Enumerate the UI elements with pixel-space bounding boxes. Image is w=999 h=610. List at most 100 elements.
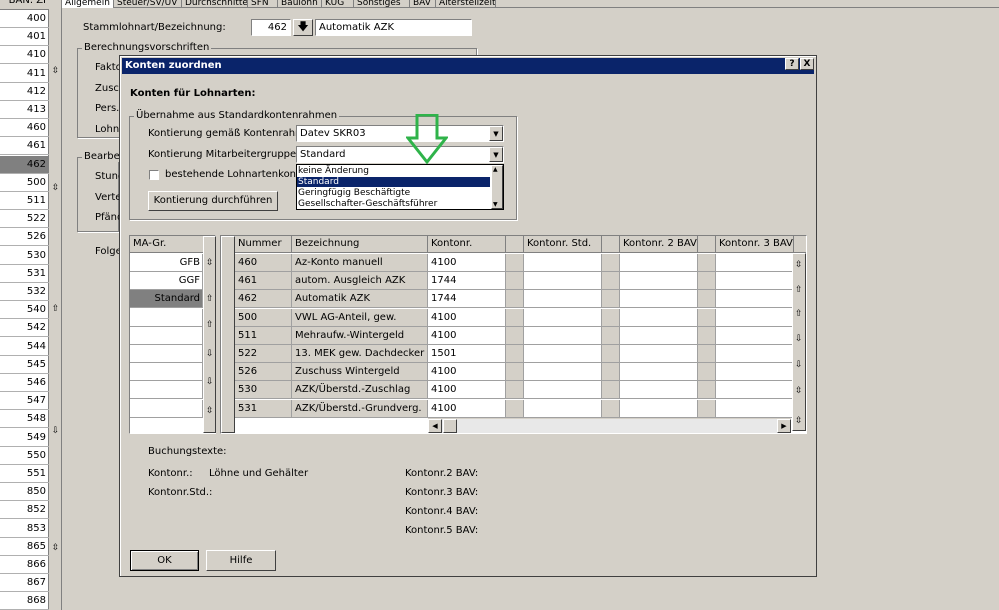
- table-cell[interactable]: [506, 363, 524, 382]
- help-button[interactable]: ?: [785, 58, 799, 70]
- table-cell[interactable]: Az-Konto manuell: [292, 254, 428, 272]
- table-cell[interactable]: [698, 345, 716, 363]
- table-cell[interactable]: [620, 363, 698, 382]
- list-item[interactable]: 511: [0, 192, 49, 210]
- list-item[interactable]: 542: [0, 319, 49, 338]
- sort-arrow-icon[interactable]: ⇧: [795, 285, 803, 295]
- tab-3[interactable]: SFN: [248, 0, 278, 8]
- table-cell[interactable]: [506, 345, 524, 363]
- table-cell[interactable]: [620, 272, 698, 291]
- list-item[interactable]: 500: [0, 174, 49, 192]
- table-cell[interactable]: [716, 272, 794, 291]
- kontierung-durchfuehren-button[interactable]: Kontierung durchführen: [148, 191, 278, 211]
- list-item[interactable]: 530: [0, 247, 49, 265]
- table-cell[interactable]: [602, 290, 620, 309]
- table-cell[interactable]: [620, 308, 698, 327]
- lookup-button[interactable]: 🡇: [293, 19, 313, 36]
- list-item[interactable]: 540: [0, 301, 49, 320]
- konten-table[interactable]: Nummer Bezeichnung Kontonr. Kontonr. Std. Ko…: [220, 235, 807, 434]
- dropdown-option[interactable]: Standard: [297, 177, 490, 187]
- table-cell[interactable]: [620, 290, 698, 309]
- table-cell[interactable]: AZK/Überstd.-Zuschlag: [292, 381, 428, 400]
- table-cell[interactable]: [698, 399, 716, 418]
- table-cell[interactable]: 1744: [428, 290, 506, 309]
- list-item[interactable]: 531: [0, 265, 49, 283]
- table-cell[interactable]: [716, 345, 794, 363]
- table-cell[interactable]: 4100: [428, 254, 506, 272]
- table-cell[interactable]: [506, 254, 524, 272]
- table-cell[interactable]: 4100: [428, 399, 506, 418]
- table-cell[interactable]: 511: [235, 326, 292, 345]
- table-cell[interactable]: [698, 363, 716, 382]
- chevron-down-icon[interactable]: ▼: [489, 126, 503, 141]
- table-cell[interactable]: [506, 290, 524, 309]
- sort-arrow-icon[interactable]: ⇳: [795, 416, 803, 426]
- list-item[interactable]: 852: [0, 501, 49, 520]
- bestehende-checkbox[interactable]: [149, 170, 159, 180]
- sort-arrow-icon[interactable]: ⇳: [795, 260, 803, 270]
- table-cell[interactable]: 4100: [428, 326, 506, 345]
- mitarbeitergruppe-combo[interactable]: Standard ▼: [296, 146, 504, 163]
- stammlohnart-number-field[interactable]: 462: [251, 19, 291, 36]
- list-header[interactable]: BAN. ZI: [0, 0, 49, 10]
- scroll-left-icon[interactable]: ◀: [428, 419, 442, 433]
- hilfe-button[interactable]: Hilfe: [206, 550, 276, 571]
- scroll-up-icon[interactable]: ▲: [493, 166, 498, 173]
- table-cell[interactable]: [602, 345, 620, 363]
- table-cell[interactable]: 531: [235, 399, 292, 418]
- list-item[interactable]: 549: [0, 429, 49, 447]
- table-cell[interactable]: [620, 381, 698, 400]
- table-cell[interactable]: [506, 399, 524, 418]
- list-item[interactable]: 462: [0, 155, 49, 174]
- table-cell[interactable]: 13. MEK gew. Dachdecker: [292, 345, 428, 363]
- table-cell[interactable]: VWL AG-Anteil, gew.: [292, 308, 428, 327]
- chevron-down-icon[interactable]: ▼: [489, 147, 503, 162]
- table-cell[interactable]: [602, 326, 620, 345]
- list-item[interactable]: 532: [0, 283, 49, 301]
- ma-row[interactable]: [130, 399, 203, 418]
- sort-arrow-icon[interactable]: ⇧: [206, 294, 214, 304]
- table-cell[interactable]: [506, 308, 524, 327]
- table-cell[interactable]: [620, 326, 698, 345]
- table-cell[interactable]: AZK/Überstd.-Grundverg.: [292, 399, 428, 418]
- sort-arrow-icon[interactable]: ⇧: [795, 309, 803, 319]
- table-cell[interactable]: [716, 363, 794, 382]
- table-cell[interactable]: [620, 345, 698, 363]
- list-item[interactable]: 522: [0, 210, 49, 229]
- list-item[interactable]: 548: [0, 410, 49, 429]
- table-cell[interactable]: [506, 381, 524, 400]
- list-item[interactable]: 460: [0, 119, 49, 138]
- tab-4[interactable]: Baulohn: [278, 0, 322, 8]
- sort-arrow-icon[interactable]: ⇩: [795, 360, 803, 370]
- table-cell[interactable]: Automatik AZK: [292, 290, 428, 309]
- lohnart-number-list[interactable]: BAN. ZI 400 401 410 411 412 413 460 461 462 500 51…: [0, 0, 49, 610]
- table-cell[interactable]: [524, 254, 602, 272]
- list-item[interactable]: 547: [0, 392, 49, 411]
- table-cell[interactable]: [620, 399, 698, 418]
- list-item[interactable]: 401: [0, 28, 49, 47]
- list-item[interactable]: 413: [0, 101, 49, 119]
- table-cell[interactable]: autom. Ausgleich AZK: [292, 272, 428, 291]
- mitarbeitergruppe-dropdown-list[interactable]: ▲ ▼ keine Änderung Standard Geringfügig Be…: [296, 164, 504, 210]
- table-cell[interactable]: 461: [235, 272, 292, 291]
- table-cell[interactable]: [698, 272, 716, 291]
- table-cell[interactable]: [602, 254, 620, 272]
- hscroll-thumb[interactable]: [443, 419, 457, 433]
- table-cell[interactable]: 462: [235, 290, 292, 309]
- sort-arrow-icon[interactable]: ⇩: [206, 349, 214, 359]
- ma-row[interactable]: GFB: [130, 254, 203, 272]
- stammlohnart-name-field[interactable]: Automatik AZK: [315, 19, 472, 36]
- list-item[interactable]: 410: [0, 46, 49, 65]
- table-cell[interactable]: [524, 308, 602, 327]
- table-cell[interactable]: [524, 345, 602, 363]
- list-item[interactable]: 400: [0, 10, 49, 28]
- list-item[interactable]: 526: [0, 228, 49, 247]
- close-button[interactable]: X: [800, 58, 814, 70]
- ma-row[interactable]: GGF: [130, 272, 203, 291]
- table-cell[interactable]: [698, 326, 716, 345]
- table-cell[interactable]: [602, 381, 620, 400]
- list-item[interactable]: 546: [0, 374, 49, 392]
- table-cell[interactable]: [716, 326, 794, 345]
- sort-arrow-icon[interactable]: ⇩: [206, 377, 214, 387]
- list-item[interactable]: 461: [0, 137, 49, 156]
